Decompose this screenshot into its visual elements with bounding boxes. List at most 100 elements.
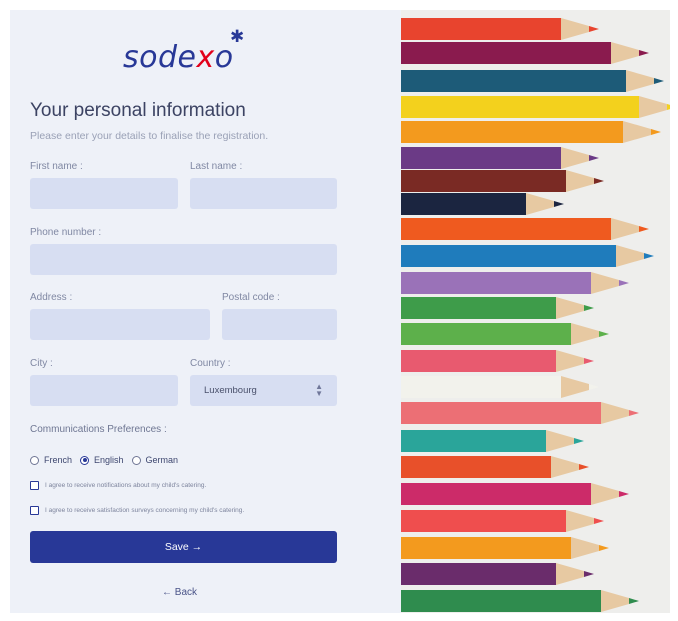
radio-french-label[interactable]: French [44,455,72,465]
pencil-lead [654,78,664,84]
radio-english-label[interactable]: English [94,455,124,465]
city-input[interactable] [30,375,178,406]
pencil-lead [594,518,604,524]
back-link[interactable]: ← Back [162,587,197,598]
pencil-wood-tip [561,147,589,169]
pencil-lead [629,410,639,416]
pencil-wood-tip [611,42,639,64]
radio-german[interactable] [131,455,141,465]
pencil-lead [629,598,639,604]
country-label: Country : [190,358,231,369]
page-subtitle: Please enter your details to finalise th… [30,130,269,142]
pencil-body [401,590,601,612]
pencil-lead [554,201,564,207]
pencil-body [401,96,639,118]
pencil-lead [599,545,609,551]
pencil-lead [574,438,584,444]
postal-code-label: Postal code : [222,292,280,303]
pencil-lead [651,129,661,135]
pencil-lead [667,104,670,110]
country-select[interactable]: Luxembourg ▲ ▼ [190,375,337,406]
pencil-body [401,537,571,559]
pencil-wood-tip [616,245,644,267]
surveys-consent-checkbox[interactable] [30,505,39,515]
radio-french[interactable] [30,455,39,465]
pencil-wood-tip [611,218,639,240]
pencil-body [401,193,526,215]
pencil-wood-tip [556,350,584,372]
pencil-wood-tip [623,121,651,143]
pencil-lead [619,491,629,497]
sodexo-logo: sodexo ✱ [123,28,253,76]
pencil-body [401,170,566,192]
pencil-lead [639,50,649,56]
pencil-wood-tip [601,590,629,612]
surveys-consent-row: I agree to receive satisfaction surveys … [30,504,244,516]
pencil-wood-tip [591,483,619,505]
city-label: City : [30,358,53,369]
pencil-body [401,121,623,143]
phone-label: Phone number : [30,227,102,238]
pencil-body [401,218,611,240]
pencil-body [401,456,551,478]
country-value: Luxembourg [204,385,257,396]
surveys-consent-label[interactable]: I agree to receive satisfaction surveys … [45,507,244,514]
pencil-body [401,350,556,372]
pencil-wood-tip [591,272,619,294]
page-title: Your personal information [30,100,246,121]
pencil-lead [589,26,599,32]
pencil-lead [584,305,594,311]
pencil-lead [589,384,599,390]
pencil-lead [579,464,589,470]
radio-german-label[interactable]: German [146,455,179,465]
pencil-wood-tip [571,323,599,345]
radio-english[interactable] [80,455,90,465]
language-radio-group: French English German [30,452,186,468]
pencil-body [401,297,556,319]
pencil-wood-tip [561,18,589,40]
pencil-wood-tip [601,402,629,424]
notifications-consent-checkbox[interactable] [30,480,39,490]
pencil-lead [599,331,609,337]
pencil-wood-tip [551,456,579,478]
pencil-body [401,376,561,398]
pencil-wood-tip [566,170,594,192]
pencil-wood-tip [526,193,554,215]
notifications-consent-label[interactable]: I agree to receive notifications about m… [45,482,206,489]
phone-input[interactable] [30,244,337,275]
postal-code-input[interactable] [222,309,337,340]
first-name-label: First name : [30,161,83,172]
save-button[interactable]: Save → [30,531,337,563]
pencil-lead [594,178,604,184]
pencil-lead [639,226,649,232]
pencil-wood-tip [556,297,584,319]
pencil-wood-tip [566,510,594,532]
pencil-body [401,483,591,505]
pencil-body [401,147,561,169]
pencil-body [401,563,556,585]
colored-pencils-image [401,10,670,613]
pencil-body [401,245,616,267]
last-name-input[interactable] [190,178,337,209]
colored-pencils-illustration [401,18,670,612]
pencil-body [401,42,611,64]
pencil-lead [589,155,599,161]
pencil-lead [644,253,654,259]
pencil-wood-tip [639,96,667,118]
pencil-body [401,510,566,532]
pencil-wood-tip [561,376,589,398]
pencil-body [401,70,626,92]
form-panel: sodexo ✱ Your personal information Pleas… [10,10,401,613]
pencil-lead [584,358,594,364]
pencil-wood-tip [626,70,654,92]
logo-star-icon: ✱ [230,27,245,46]
pencil-body [401,323,571,345]
pencil-wood-tip [546,430,574,452]
pencil-body [401,402,601,424]
registration-page: sodexo ✱ Your personal information Pleas… [10,10,670,613]
logo-wordmark: sodexo [123,40,234,75]
pencil-lead [619,280,629,286]
address-input[interactable] [30,309,210,340]
notifications-consent-row: I agree to receive notifications about m… [30,479,206,491]
first-name-input[interactable] [30,178,178,209]
